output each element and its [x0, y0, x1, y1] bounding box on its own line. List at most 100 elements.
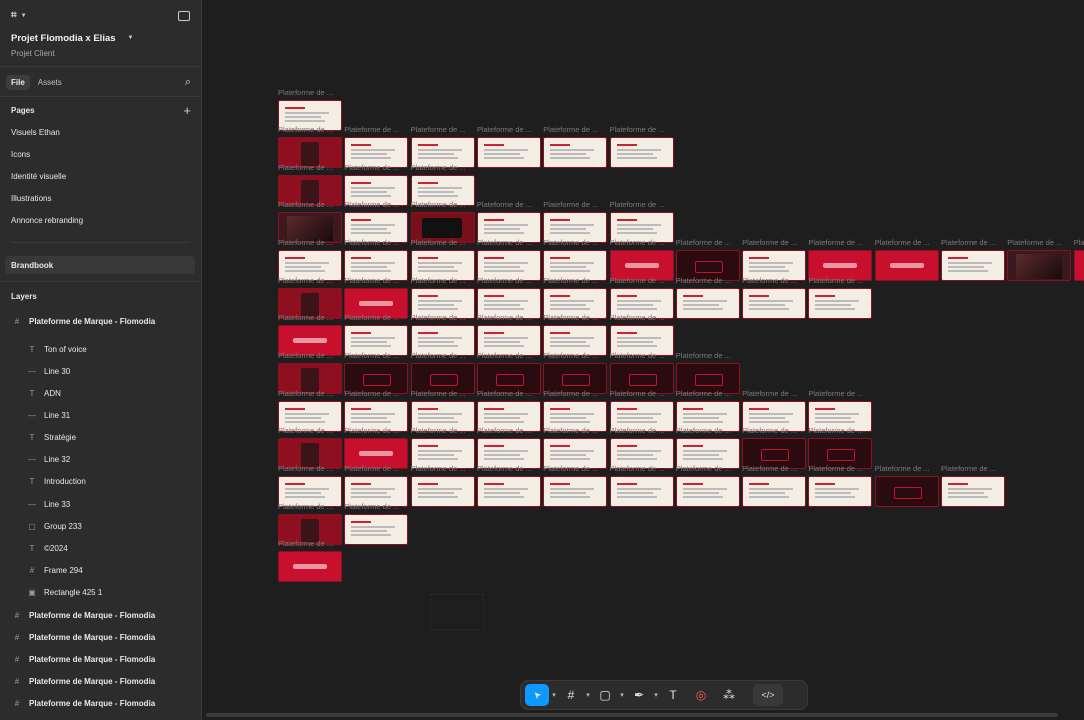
slide-thumbnail[interactable]: [742, 476, 807, 507]
text-tool[interactable]: T: [661, 684, 685, 706]
tab-file[interactable]: File: [6, 74, 30, 90]
frame-label[interactable]: Plateforme de ...: [808, 426, 863, 435]
frame-label[interactable]: Plateforme de ...: [610, 464, 665, 473]
frame-label[interactable]: Plateforme de ...: [278, 351, 333, 360]
frame-label[interactable]: Plateforme de ...: [278, 464, 333, 473]
chevron-down-icon[interactable]: ▼: [21, 13, 27, 19]
frame-label[interactable]: Plateforme de ...: [941, 238, 996, 247]
layer-item[interactable]: — Line 32: [0, 449, 201, 471]
slide-thumbnail[interactable]: [476, 137, 541, 168]
layer-item[interactable]: T Introduction: [0, 471, 201, 493]
frame-label[interactable]: Plateforme de ...: [477, 464, 532, 473]
frame-label[interactable]: Plateforme de ...: [742, 276, 797, 285]
frame-label[interactable]: Plateforme de ...: [543, 125, 598, 134]
layer-frame-item[interactable]: # Plateforme de Marque - Flomodia: [0, 604, 201, 626]
search-icon[interactable]: ⌕: [185, 76, 191, 88]
frame-label[interactable]: Plateforme de ...: [543, 238, 598, 247]
frame-label[interactable]: Plateforme de ...: [278, 125, 333, 134]
frame-label[interactable]: Plateforme de ...: [477, 351, 532, 360]
layer-frame-item[interactable]: # Plateforme de Marque - Flomodia: [0, 626, 201, 648]
add-page-icon[interactable]: +: [183, 104, 191, 117]
frame-label[interactable]: Plateforme de ...: [676, 426, 731, 435]
slide-thumbnail[interactable]: [874, 250, 939, 281]
frame-label[interactable]: Plateforme de ...: [278, 426, 333, 435]
frame-label[interactable]: Plateforme de ...: [344, 351, 399, 360]
layer-root-frame[interactable]: # Plateforme de Marque - Flomodia: [0, 310, 201, 332]
frame-label[interactable]: Plateforme de ...: [543, 426, 598, 435]
frame-label[interactable]: Plateforme de ...: [344, 464, 399, 473]
slide-thumbnail[interactable]: [476, 476, 541, 507]
page-item[interactable]: Illustrations: [0, 191, 201, 205]
comment-tool[interactable]: ◎: [689, 684, 713, 706]
page-item[interactable]: Icons: [0, 147, 201, 161]
frame-label[interactable]: Plateforme de ...: [278, 389, 333, 398]
frame-label[interactable]: Plateforme de ...: [278, 502, 333, 511]
frame-label[interactable]: Plateforme de ...: [411, 389, 466, 398]
move-tool[interactable]: ➤: [525, 684, 549, 706]
frame-label[interactable]: Plateforme de ...: [278, 88, 333, 97]
frame-label[interactable]: Plateforme de ...: [278, 539, 333, 548]
tool-dropdown-caret-icon[interactable]: ▾: [617, 691, 627, 699]
tool-dropdown-caret-icon[interactable]: ▾: [583, 691, 593, 699]
frame-label[interactable]: Plateforme de ...: [676, 464, 731, 473]
tool-dropdown-caret-icon[interactable]: ▾: [549, 691, 559, 699]
frame-label[interactable]: Plateforme de ...: [676, 276, 731, 285]
pen-tool[interactable]: ✒: [627, 684, 651, 706]
toggle-sidebar-icon[interactable]: [178, 11, 190, 21]
horizontal-scrollbar[interactable]: [206, 713, 1058, 717]
layer-item[interactable]: T Ton of voice: [0, 338, 201, 360]
layer-item[interactable]: — Line 30: [0, 360, 201, 382]
frame-label[interactable]: Plateforme de ...: [610, 426, 665, 435]
dev-mode-toggle[interactable]: </>: [753, 684, 783, 706]
frame-label[interactable]: Plateforme de ...: [344, 125, 399, 134]
layer-item[interactable]: ▣ Rectangle 425 1: [0, 582, 201, 604]
frame-label[interactable]: Plateforme de ...: [808, 464, 863, 473]
page-item[interactable]: Visuels Ethan: [0, 125, 201, 139]
frame-label[interactable]: Plateforme de ...: [477, 238, 532, 247]
frame-label[interactable]: Plateforme de ...: [1007, 238, 1062, 247]
frame-label[interactable]: Plateforme de ...: [477, 313, 532, 322]
frame-label[interactable]: Plateforme de ...: [344, 200, 399, 209]
frame-label[interactable]: Plateforme de ...: [411, 464, 466, 473]
frame-label[interactable]: Plateforme de ...: [808, 238, 863, 247]
page-item[interactable]: Identité visuelle: [0, 169, 201, 183]
frame-label[interactable]: Plateforme de ...: [477, 125, 532, 134]
layer-item[interactable]: — Line 33: [0, 493, 201, 515]
slide-thumbnail[interactable]: [808, 476, 873, 507]
frame-label[interactable]: Plateforme de ...: [610, 276, 665, 285]
layer-item[interactable]: ▢ Group 233: [0, 515, 201, 537]
frame-label[interactable]: Plateforme de ...: [278, 200, 333, 209]
slide-thumbnail[interactable]: [675, 476, 740, 507]
layer-item[interactable]: — Line 31: [0, 404, 201, 426]
frame-label[interactable]: Plateforme de ...: [742, 464, 797, 473]
layer-frame-item[interactable]: # Plateforme de Marque - Flomodia: [0, 648, 201, 670]
frame-label[interactable]: Plateforme de ...: [278, 276, 333, 285]
frame-label[interactable]: Plateforme de ...: [411, 200, 466, 209]
frame-label[interactable]: Plateforme de ...: [676, 389, 731, 398]
slide-thumbnail[interactable]: [941, 476, 1005, 507]
frame-label[interactable]: Plateforme de ...: [742, 389, 797, 398]
frame-label[interactable]: Plateforme de ...: [344, 502, 399, 511]
frame-label[interactable]: Plateforme de ...: [411, 351, 466, 360]
frame-label[interactable]: Plateforme de ...: [875, 238, 930, 247]
frame-label[interactable]: Plateforme de ...: [543, 464, 598, 473]
tab-assets[interactable]: Assets: [38, 78, 62, 87]
frame-label[interactable]: Plateforme de ...: [411, 313, 466, 322]
frame-label[interactable]: Plateforme de ...: [278, 313, 333, 322]
frame-label[interactable]: Plateforme de ...: [610, 200, 665, 209]
slide-thumbnail[interactable]: [1007, 250, 1072, 281]
frame-label[interactable]: Plateforme de ...: [411, 238, 466, 247]
frame-label[interactable]: Plateforme de ...: [610, 351, 665, 360]
frame-label[interactable]: Plateforme de ...: [477, 426, 532, 435]
frame-label[interactable]: Plateforme de ...: [610, 313, 665, 322]
frame-label[interactable]: Plateforme de ...: [808, 276, 863, 285]
page-item[interactable]: Annonce rebranding: [0, 213, 201, 227]
frame-label[interactable]: Plateforme de ...: [875, 464, 930, 473]
frame-label[interactable]: Plateforme de ...: [676, 351, 731, 360]
tool-dropdown-caret-icon[interactable]: ▾: [651, 691, 661, 699]
frame-label[interactable]: Plateforme de ...: [676, 238, 731, 247]
frame-label[interactable]: Plateforme de ...: [344, 238, 399, 247]
slide-thumbnail[interactable]: [742, 288, 807, 319]
frame-label[interactable]: Plateforme de ...: [278, 238, 333, 247]
frame-label[interactable]: Plateforme de ...: [742, 238, 797, 247]
